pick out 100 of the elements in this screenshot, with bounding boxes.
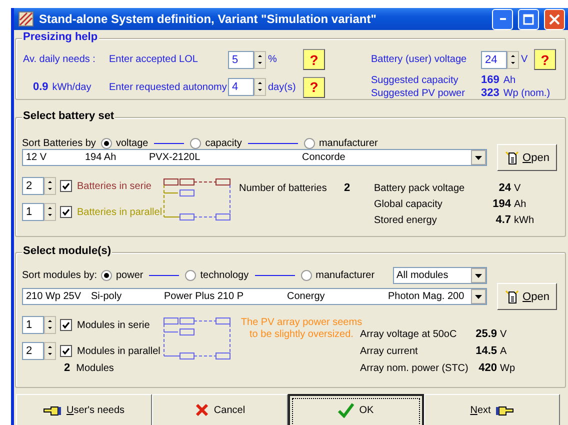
radio-option[interactable]: technology bbox=[185, 270, 249, 281]
wiring-drawing bbox=[163, 316, 231, 360]
suggestion-label: Suggested capacity bbox=[371, 74, 460, 87]
unit-label: Ah bbox=[503, 74, 516, 87]
number-field[interactable]: 2 bbox=[22, 177, 44, 195]
autonomy-label: Enter requested autonomy bbox=[109, 82, 228, 92]
stat-unit: V bbox=[500, 328, 508, 340]
checkbox-label: Modules in parallel bbox=[77, 346, 160, 356]
module-dropdown[interactable]: 210 Wp 25V Si-poly Power Plus 210 P Conergy Photon Mag. 200 bbox=[22, 288, 487, 305]
window-title: Stand-alone System definition, Variant "Simulation variant" bbox=[39, 12, 378, 26]
suggestion-label: Suggested PV power bbox=[371, 87, 466, 100]
stat-value: 14.5 bbox=[474, 345, 497, 357]
help-button[interactable]: ? bbox=[303, 49, 325, 70]
stat-value: 420 bbox=[478, 362, 497, 374]
stat-value: 4.7 bbox=[494, 214, 511, 226]
cancel-button[interactable]: Cancel bbox=[152, 394, 288, 425]
number-field[interactable]: 2 bbox=[22, 342, 44, 360]
daily-needs-label: Av. daily needs : bbox=[23, 54, 96, 65]
unit-label: day(s) bbox=[268, 82, 297, 92]
back-button[interactable]: User's needs bbox=[16, 394, 152, 425]
stat-label: Array current bbox=[360, 346, 419, 356]
stat-label: Global capacity bbox=[374, 198, 444, 210]
spin-buttons[interactable] bbox=[44, 316, 56, 334]
pointing-hand-icon bbox=[43, 404, 62, 416]
stat-value: 24 bbox=[498, 182, 511, 194]
checkbox[interactable] bbox=[60, 206, 72, 218]
close-button[interactable] bbox=[544, 8, 565, 30]
unit-label: V bbox=[521, 54, 529, 65]
next-button[interactable]: Next bbox=[424, 394, 560, 425]
count-label: Number of batteries bbox=[239, 182, 328, 194]
document-icon bbox=[504, 290, 519, 304]
stat-unit: kWh bbox=[514, 214, 534, 226]
filter-dropdown[interactable]: All modules bbox=[392, 267, 487, 284]
suggestion-value: 323 bbox=[481, 87, 500, 100]
battery-dropdown[interactable]: 12 V 194 Ah PVX-2120L Concorde bbox=[22, 149, 487, 166]
dropdown-arrow-button[interactable] bbox=[470, 268, 486, 283]
stat-unit: Ah bbox=[514, 198, 528, 210]
minimize-button[interactable] bbox=[492, 8, 513, 30]
stat-unit: A bbox=[500, 346, 508, 356]
suggestion-value: 169 bbox=[481, 74, 500, 87]
help-button[interactable]: ? bbox=[303, 76, 325, 98]
module-count-label: Modules bbox=[76, 362, 114, 374]
number-field[interactable]: 1 bbox=[22, 316, 44, 334]
app-icon bbox=[18, 11, 34, 27]
radio-option[interactable]: manufacturer bbox=[300, 270, 375, 281]
help-button[interactable]: ? bbox=[534, 49, 556, 70]
stat-value: 25.9 bbox=[474, 328, 497, 340]
stat-value: 194 bbox=[492, 198, 511, 210]
close-icon bbox=[194, 403, 209, 417]
minimize-icon bbox=[500, 18, 506, 20]
radio-option[interactable]: power bbox=[101, 270, 144, 281]
number-field[interactable]: 5 bbox=[228, 50, 254, 68]
spin-buttons[interactable] bbox=[254, 78, 266, 96]
lol-label: Enter accepted LOL bbox=[109, 54, 199, 65]
number-field[interactable]: 24 bbox=[481, 50, 507, 68]
unit-label: kWh/day bbox=[52, 82, 92, 92]
number-field[interactable]: 4 bbox=[228, 78, 254, 96]
checkbox[interactable] bbox=[60, 319, 72, 331]
sort-label: Sort modules by: bbox=[22, 270, 98, 281]
stat-label: Battery pack voltage bbox=[374, 182, 466, 194]
wiring-drawing bbox=[163, 177, 231, 221]
checkmark-icon bbox=[338, 402, 354, 418]
spin-buttons[interactable] bbox=[44, 203, 56, 221]
spin-buttons[interactable] bbox=[44, 342, 56, 360]
checkbox-label: Batteries in parallel bbox=[77, 206, 162, 218]
spin-buttons[interactable] bbox=[254, 50, 266, 68]
daily-needs-value: 0.9 bbox=[33, 81, 48, 93]
caret-icon bbox=[475, 156, 482, 160]
spin-buttons[interactable] bbox=[44, 177, 56, 195]
maximize-button[interactable] bbox=[518, 8, 539, 30]
unit-label: Wp (nom.) bbox=[503, 87, 550, 100]
checkbox-label: Batteries in serie bbox=[77, 180, 152, 192]
battery-voltage-label: Battery (user) voltage bbox=[371, 54, 468, 65]
maximize-icon bbox=[523, 14, 534, 24]
open-button[interactable]: Open bbox=[497, 144, 557, 171]
number-field[interactable]: 1 bbox=[22, 203, 44, 221]
open-button[interactable]: Open bbox=[497, 283, 557, 310]
count-value: 2 bbox=[344, 182, 350, 194]
spin-buttons[interactable] bbox=[507, 50, 519, 68]
group-title: Select battery set bbox=[22, 110, 116, 122]
stat-unit: Wp bbox=[500, 362, 515, 374]
caret-icon bbox=[474, 274, 482, 278]
unit-label: % bbox=[268, 54, 278, 65]
dropdown-arrow-button[interactable] bbox=[471, 289, 486, 304]
caret-icon bbox=[475, 294, 482, 298]
ok-button[interactable]: OK bbox=[288, 394, 424, 425]
checkbox-label: Modules in serie bbox=[77, 320, 150, 330]
group-title: Presizing help bbox=[22, 31, 99, 43]
group-title: Select module(s) bbox=[22, 245, 112, 257]
stat-unit: V bbox=[514, 182, 522, 194]
stat-label: Stored energy bbox=[374, 214, 438, 226]
stat-label: Array voltage at 50oC bbox=[360, 328, 458, 340]
checkbox[interactable] bbox=[60, 180, 72, 192]
document-icon bbox=[504, 150, 519, 164]
close-icon bbox=[549, 14, 560, 24]
dropdown-arrow-button[interactable] bbox=[471, 150, 486, 165]
sort-label: Sort Batteries by bbox=[22, 138, 97, 149]
pointing-hand-icon bbox=[496, 404, 514, 416]
module-count-value: 2 bbox=[64, 362, 70, 374]
checkbox[interactable] bbox=[60, 345, 72, 357]
